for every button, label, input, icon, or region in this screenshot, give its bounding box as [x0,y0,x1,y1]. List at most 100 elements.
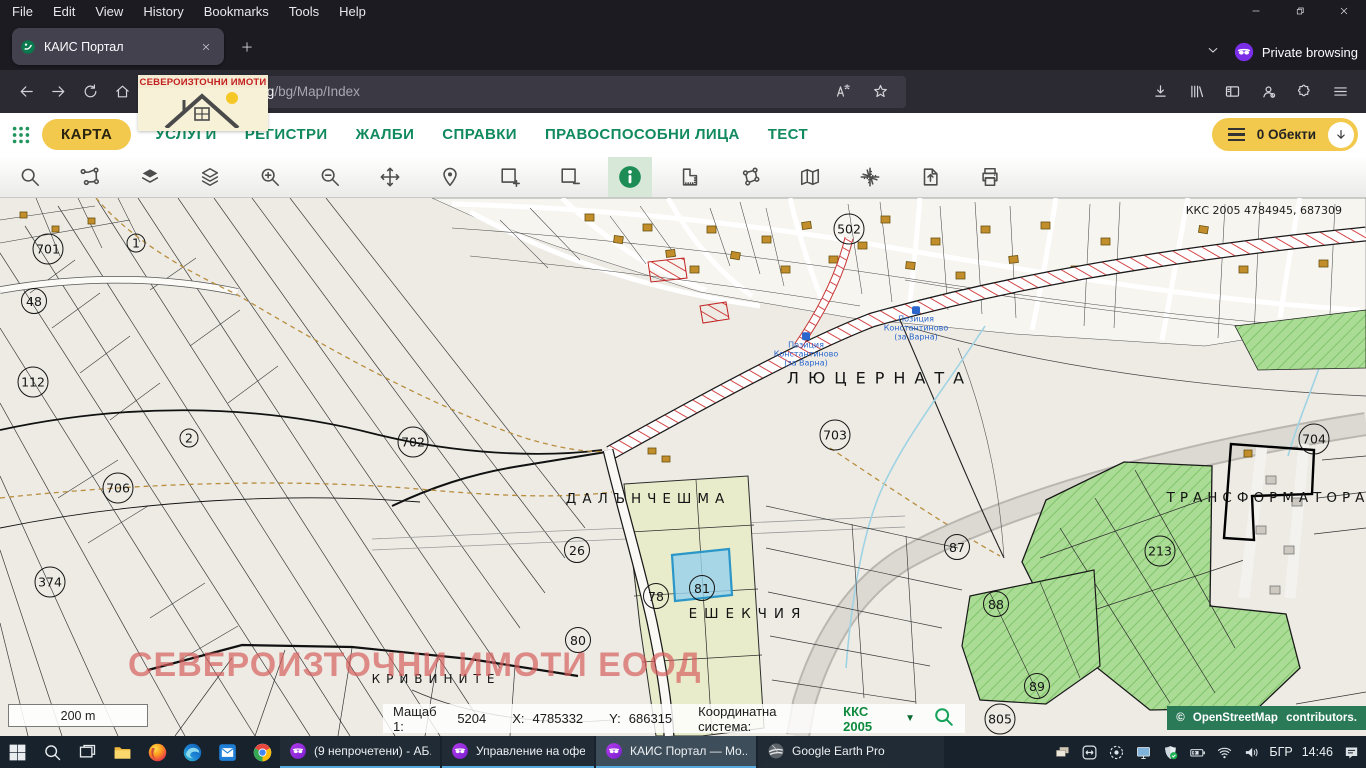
home-icon[interactable] [106,76,138,108]
crs-value[interactable]: ККС 2005 [843,704,899,734]
tool-select-remove-icon[interactable] [553,160,587,194]
tool-measure-area-icon[interactable] [733,160,767,194]
edge-icon[interactable] [175,736,210,768]
parcel-number: 112 [18,367,49,398]
osm-attribution[interactable]: © OpenStreetMap contributors. [1167,706,1366,730]
menu-item-file[interactable]: File [12,4,33,19]
clock[interactable]: 14:46 [1302,745,1333,759]
chrome-icon[interactable] [245,736,280,768]
tool-measure-length-icon[interactable] [673,160,707,194]
menu-item-history[interactable]: History [143,4,183,19]
restore-icon[interactable] [1278,0,1322,22]
crs-label: Координатна система: [698,704,829,734]
taskbar-windows: (9 непрочетени) - АБ... Управление на офе… [280,736,944,768]
forward-icon[interactable] [42,76,74,108]
tray-wifi-icon[interactable] [1215,743,1233,761]
parcel-number: 81 [689,575,715,601]
menu-item-help[interactable]: Help [339,4,366,19]
reload-icon[interactable] [74,76,106,108]
taskbar-search-icon[interactable] [35,736,70,768]
objects-badge[interactable]: 0 Обекти [1212,118,1358,151]
browser-tab[interactable]: КАИС Портал [12,28,224,65]
tray-screens-icon[interactable] [1053,743,1071,761]
taskbar-window-label: Управление на офер... [476,744,585,758]
taskbar-window-label: КАИС Портал — Mo... [630,744,747,758]
tool-select-add-icon[interactable] [493,160,527,194]
tool-search-icon[interactable] [13,160,47,194]
downloads-icon[interactable] [1144,76,1176,108]
map-viewport[interactable]: ККС 2005 4784945, 687309 701148112270637… [0,198,1366,736]
start-button[interactable] [0,736,35,768]
parcel-number: 213 [1145,536,1176,567]
extensions-icon[interactable] [1288,76,1320,108]
taskbar: (9 непрочетени) - АБ... Управление на офе… [0,736,1366,768]
file-explorer-icon[interactable] [105,736,140,768]
tray-monitor-icon[interactable] [1134,743,1152,761]
parcel-number: 87 [944,534,970,560]
account-icon[interactable] [1252,76,1284,108]
task-view-icon[interactable] [70,736,105,768]
language-indicator[interactable]: БГР [1269,745,1292,759]
status-search-icon[interactable] [933,706,955,731]
taskbar-window-3[interactable]: Google Earth Pro [758,736,944,768]
tool-route-icon[interactable] [73,160,107,194]
taskbar-window-2[interactable]: КАИС Портал — Mo... [596,736,756,768]
tool-print-icon[interactable] [973,160,1007,194]
menu-item-view[interactable]: View [95,4,123,19]
app-menu-icon[interactable] [1324,76,1356,108]
parcel-number: 88 [983,591,1009,617]
tray-battery-icon[interactable] [1188,743,1206,761]
tool-map-sheet-icon[interactable] [793,160,827,194]
firefox-icon[interactable] [140,736,175,768]
crs-dropdown-icon[interactable]: ▼ [905,713,915,724]
tool-zoom-out-icon[interactable] [313,160,347,194]
bookmark-star-icon[interactable] [864,76,896,108]
taskbar-window-0[interactable]: (9 непрочетени) - АБ... [280,736,440,768]
taskbar-window-1[interactable]: Управление на офер... [442,736,594,768]
tray-volume-icon[interactable] [1242,743,1260,761]
private-mask-icon [1234,42,1254,62]
new-tab-button[interactable] [232,32,262,62]
url-path: /bg/Map/Index [274,84,360,99]
close-icon[interactable] [1322,0,1366,22]
menu-item-edit[interactable]: Edit [53,4,75,19]
house-logo-icon [144,88,262,128]
tool-pan-icon[interactable] [373,160,407,194]
map-status-bar: Мащаб 1: 5204 X: 4785332 Y: 686315 Коорд… [383,704,965,733]
library-icon[interactable] [1180,76,1212,108]
objects-download-icon[interactable] [1328,122,1354,148]
site-nav-item-4[interactable]: ПРАВОСПОСОБНИ ЛИЦА [545,126,740,143]
parcel-number: 48 [21,288,47,314]
action-center-icon[interactable] [1342,743,1360,761]
scale-value[interactable]: 5204 [457,711,486,726]
tool-info-icon[interactable] [608,157,652,197]
tool-export-icon[interactable] [913,160,947,194]
apps-grid-icon[interactable] [10,124,32,146]
private-browsing-badge: Private browsing [1234,42,1358,62]
x-label: X: [512,711,524,726]
site-nav-item-3[interactable]: СПРАВКИ [442,126,517,143]
site-nav-item-2[interactable]: ЖАЛБИ [356,126,415,143]
back-icon[interactable] [10,76,42,108]
mail-app-icon[interactable] [210,736,245,768]
area-label-0: ЛЮЦЕРНАТА [787,369,973,388]
tray-security-shield-icon[interactable] [1161,743,1179,761]
site-nav-item-karta-active[interactable]: КАРТА [42,119,131,150]
tool-location-icon[interactable] [433,160,467,194]
tool-zoom-in-icon[interactable] [253,160,287,194]
tool-base-layers-icon[interactable] [133,160,167,194]
site-nav-item-5[interactable]: ТЕСТ [768,126,808,143]
tool-layers-icon[interactable] [193,160,227,194]
translate-icon[interactable] [826,76,858,108]
menu-item-tools[interactable]: Tools [289,4,319,19]
tray-teamviewer-icon[interactable] [1080,743,1098,761]
tab-close-icon[interactable] [196,37,216,57]
menu-item-bookmarks[interactable]: Bookmarks [204,4,269,19]
minimize-icon[interactable] [1234,0,1278,22]
list-all-tabs-chevron-icon[interactable] [1206,43,1220,62]
tray-capture-icon[interactable] [1107,743,1125,761]
tool-coordinate-grid-icon[interactable] [853,160,887,194]
bus-stop-label-1: Позиция Константиново (за Варна) [883,306,949,341]
sidebar-icon[interactable] [1216,76,1248,108]
private-browsing-label: Private browsing [1262,45,1358,60]
